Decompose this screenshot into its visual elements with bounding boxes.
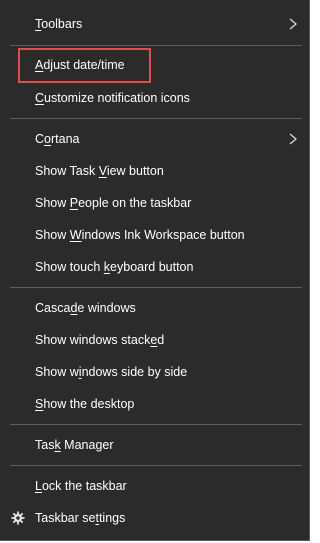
menu-item-customize-notification-icons[interactable]: Customize notification icons [0, 82, 309, 114]
chevron-right-icon [289, 18, 298, 30]
menu-separator [10, 118, 302, 119]
menu-item-adjust-date-time[interactable]: Adjust date/time [0, 49, 309, 81]
menu-item-show-touch-keyboard-button[interactable]: Show touch keyboard button [0, 251, 309, 283]
menu-item-label: Show Windows Ink Workspace button [35, 228, 245, 242]
menu-item-task-manager[interactable]: Task Manager [0, 429, 309, 461]
menu-item-label: Customize notification icons [35, 91, 190, 105]
taskbar-context-menu: Toolbars Adjust date/time Customize noti… [0, 0, 310, 541]
menu-item-show-people-on-taskbar[interactable]: Show People on the taskbar [0, 187, 309, 219]
menu-separator [10, 465, 302, 466]
menu-item-show-windows-side-by-side[interactable]: Show windows side by side [0, 356, 309, 388]
menu-item-lock-the-taskbar[interactable]: Lock the taskbar [0, 470, 309, 502]
menu-item-cortana[interactable]: Cortana [0, 123, 309, 155]
menu-separator [10, 424, 302, 425]
menu-item-show-task-view-button[interactable]: Show Task View button [0, 155, 309, 187]
menu-item-label: Show Task View button [35, 164, 164, 178]
chevron-right-icon [289, 133, 298, 145]
gear-icon [11, 511, 25, 525]
menu-item-label: Show the desktop [35, 397, 135, 411]
menu-item-label: Task Manager [35, 438, 114, 452]
menu-item-toolbars[interactable]: Toolbars [0, 8, 309, 40]
menu-item-show-windows-stacked[interactable]: Show windows stacked [0, 324, 309, 356]
menu-item-label: Cortana [35, 132, 80, 146]
menu-item-label: Show windows stacked [35, 333, 165, 347]
menu-item-label: Lock the taskbar [35, 479, 127, 493]
menu-item-show-the-desktop[interactable]: Show the desktop [0, 388, 309, 420]
menu-item-taskbar-settings[interactable]: Taskbar settings [0, 502, 309, 534]
menu-separator [10, 287, 302, 288]
menu-item-label: Taskbar settings [35, 511, 126, 525]
menu-item-label: Show touch keyboard button [35, 260, 194, 274]
menu-item-label: Show windows side by side [35, 365, 188, 379]
menu-item-label: Toolbars [35, 17, 83, 31]
menu-item-cascade-windows[interactable]: Cascade windows [0, 292, 309, 324]
menu-item-show-windows-ink-workspace-button[interactable]: Show Windows Ink Workspace button [0, 219, 309, 251]
menu-item-label: Adjust date/time [35, 58, 125, 72]
menu-separator [10, 45, 302, 46]
menu-item-label: Cascade windows [35, 301, 136, 315]
menu-item-label: Show People on the taskbar [35, 196, 192, 210]
